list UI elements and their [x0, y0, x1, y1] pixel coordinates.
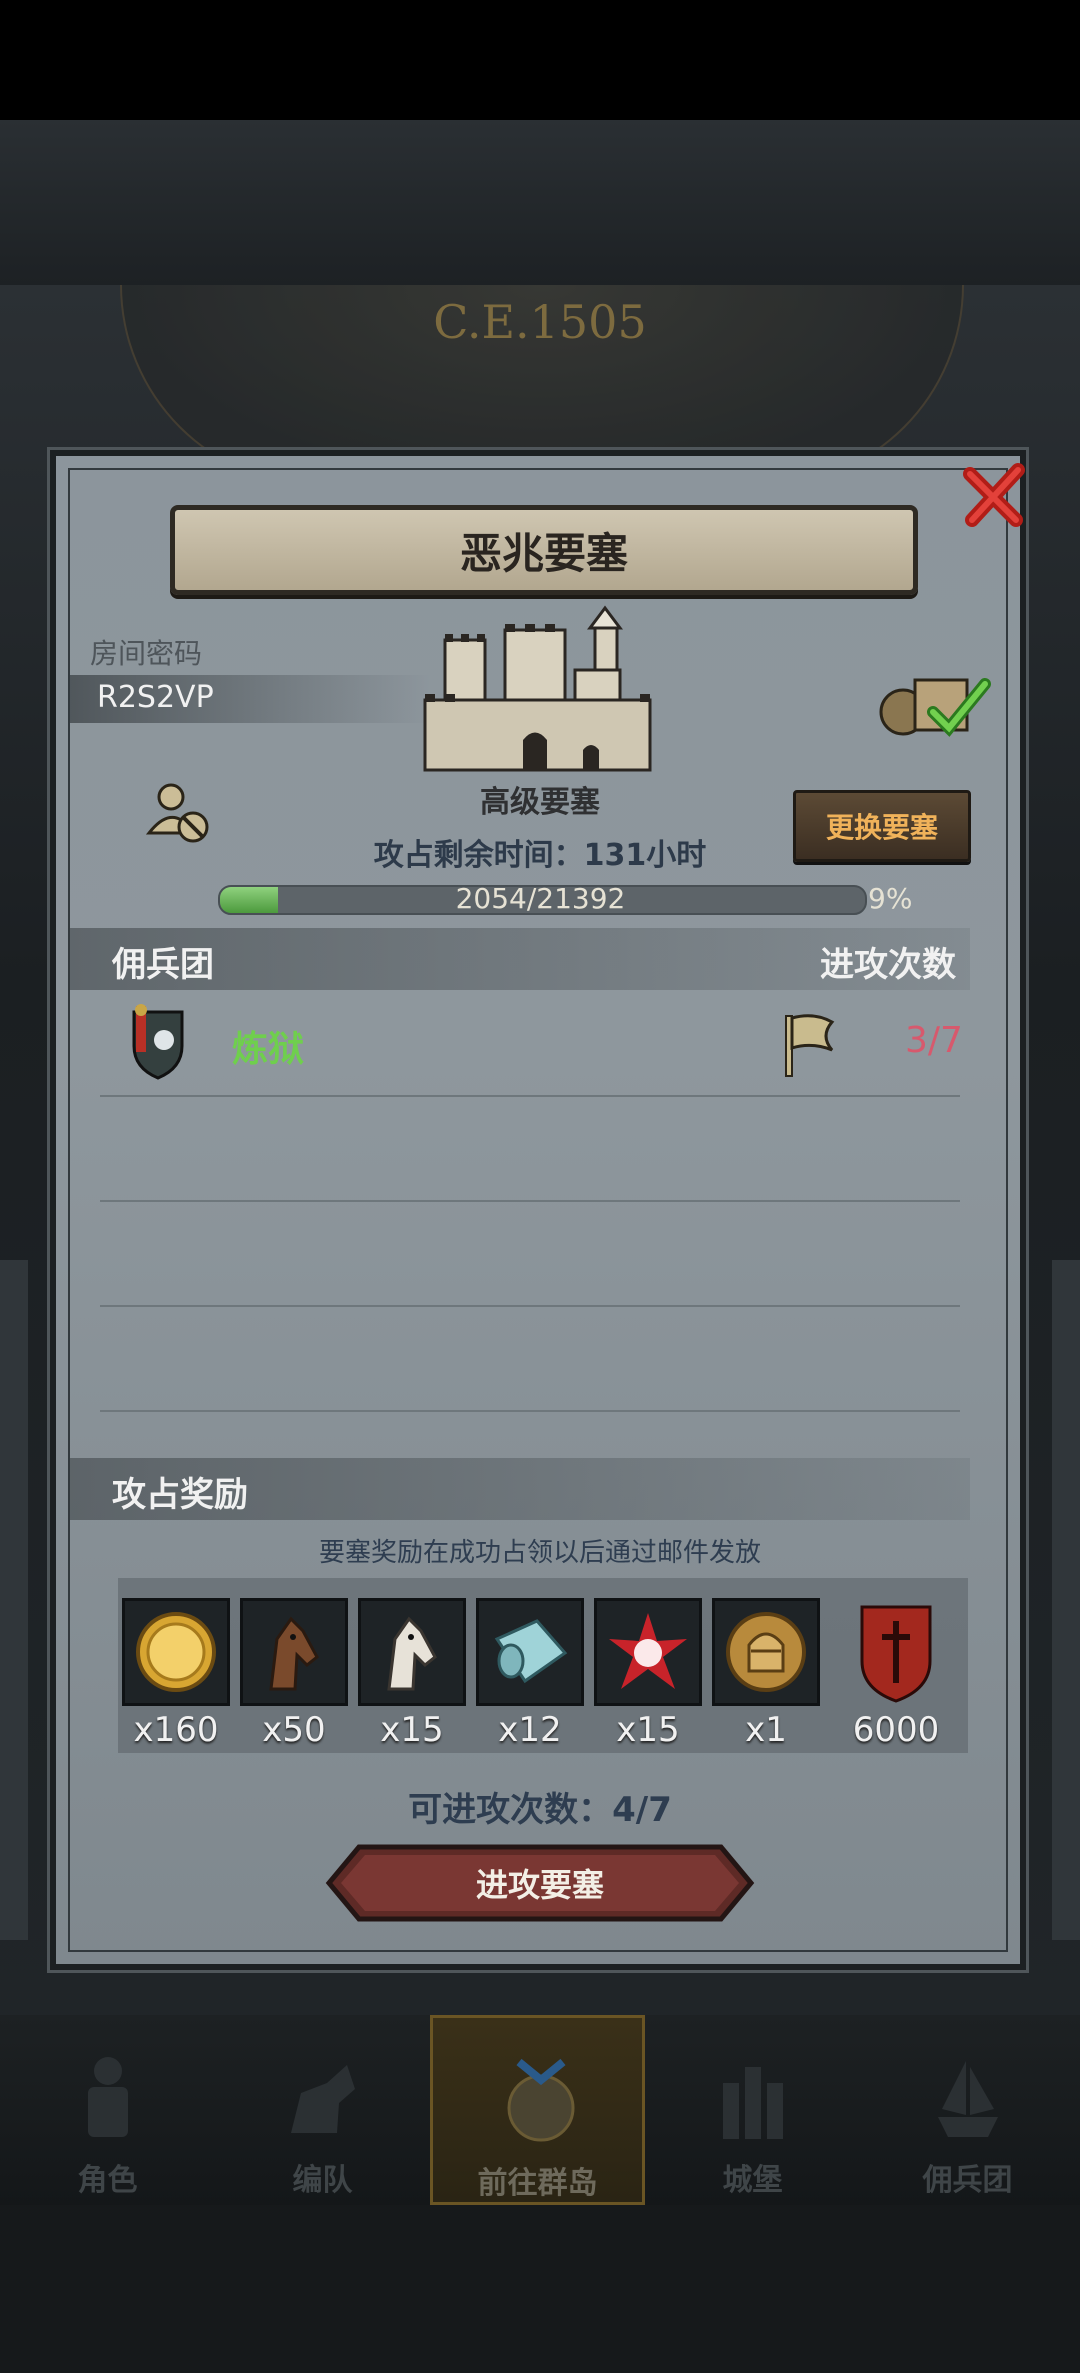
- guild-attack-count: 3/7: [905, 1020, 963, 1061]
- room-code-label: 房间密码: [90, 637, 203, 670]
- status-bar: [0, 0, 1080, 120]
- era-text: C.E.1505: [433, 295, 647, 349]
- reward-item-star[interactable]: [594, 1598, 702, 1706]
- nav-label-castle: 城堡: [722, 2163, 783, 2198]
- close-icon: [963, 463, 1025, 527]
- nav-label-character: 角色: [77, 2163, 138, 2198]
- white-horse-icon: [387, 1616, 437, 1691]
- nav-item-mercenary[interactable]: 佣兵团: [860, 2015, 1075, 2205]
- reward-item-white-horse[interactable]: [358, 1598, 466, 1706]
- reward-qty-helmet-coin: x1: [745, 1710, 787, 1750]
- guild-name: 炼狱: [232, 1029, 305, 1070]
- row-divider: [100, 1410, 960, 1412]
- right-side-strip: [1052, 1260, 1080, 1940]
- capture-progress-text: 2054/21392: [455, 882, 626, 915]
- remaining-attacks: 可进攻次数：4/7: [408, 1790, 672, 1830]
- capture-progress-percent: 9%: [868, 882, 913, 915]
- flag-icon: [785, 1014, 835, 1077]
- gold-coin-icon: [136, 1612, 216, 1692]
- red-star-burst-icon: [609, 1613, 687, 1689]
- row-divider: [100, 1200, 960, 1202]
- modal-title: 恶兆要塞: [459, 528, 628, 578]
- nav-item-formation[interactable]: 编队: [215, 2015, 430, 2205]
- compass-icon: [507, 2058, 575, 2142]
- attack-fortress-label[interactable]: 进攻要塞: [325, 1843, 755, 1923]
- mercenary-section-title: 佣兵团: [112, 945, 214, 985]
- brown-horse-icon: [269, 1616, 319, 1691]
- close-button[interactable]: [955, 455, 1035, 535]
- reward-qty-gold: x160: [133, 1710, 219, 1750]
- nav-item-castle[interactable]: 城堡: [645, 2015, 860, 2205]
- nav-label-mercenary: 佣兵团: [922, 2163, 1013, 2198]
- reward-qty-shield: 6000: [852, 1710, 940, 1750]
- reward-qty-white-horse: x15: [380, 1710, 444, 1750]
- nav-item-character[interactable]: 角色: [0, 2015, 215, 2205]
- red-shield-emblem-icon[interactable]: [858, 1603, 934, 1703]
- reward-item-cloth[interactable]: [476, 1598, 584, 1706]
- reward-item-gold[interactable]: [122, 1598, 230, 1706]
- castle-icon: [423, 605, 652, 772]
- cloth-scroll-icon: [494, 1619, 568, 1684]
- reward-qty-brown-horse: x50: [262, 1710, 326, 1750]
- castle-nav-icon: [723, 2067, 783, 2139]
- reward-qty-star: x15: [616, 1710, 680, 1750]
- knight-helmet-coin-icon: [726, 1612, 806, 1692]
- row-divider: [100, 1095, 960, 1097]
- room-code-value[interactable]: R2S2VP: [97, 680, 214, 715]
- left-side-strip: [0, 1260, 28, 1940]
- guild-emblem-icon: [132, 1004, 184, 1080]
- title-banner: 恶兆要塞: [170, 505, 918, 595]
- time-remaining: 攻占剩余时间：131小时: [373, 838, 707, 873]
- row-divider: [100, 1305, 960, 1307]
- reward-qty-cloth: x12: [498, 1710, 562, 1750]
- attack-count-header: 进攻次数: [820, 945, 956, 985]
- background-band: [0, 120, 1080, 285]
- reward-section-title: 攻占奖励: [112, 1475, 248, 1515]
- reward-item-brown-horse[interactable]: [240, 1598, 348, 1706]
- supplies-ready-icon[interactable]: [875, 660, 995, 740]
- system-nav-bar: [0, 2205, 1080, 2373]
- cavalry-icon: [291, 2065, 355, 2133]
- reward-note: 要塞奖励在成功占领以后通过邮件发放: [318, 1538, 761, 1568]
- nav-label-islands: 前往群岛: [477, 2166, 598, 2201]
- nav-label-formation: 编队: [292, 2163, 353, 2198]
- reward-item-helmet-coin[interactable]: [712, 1598, 820, 1706]
- knight-icon: [88, 2057, 128, 2137]
- nav-item-islands[interactable]: 前往群岛: [430, 2015, 645, 2205]
- ship-icon: [938, 2061, 998, 2137]
